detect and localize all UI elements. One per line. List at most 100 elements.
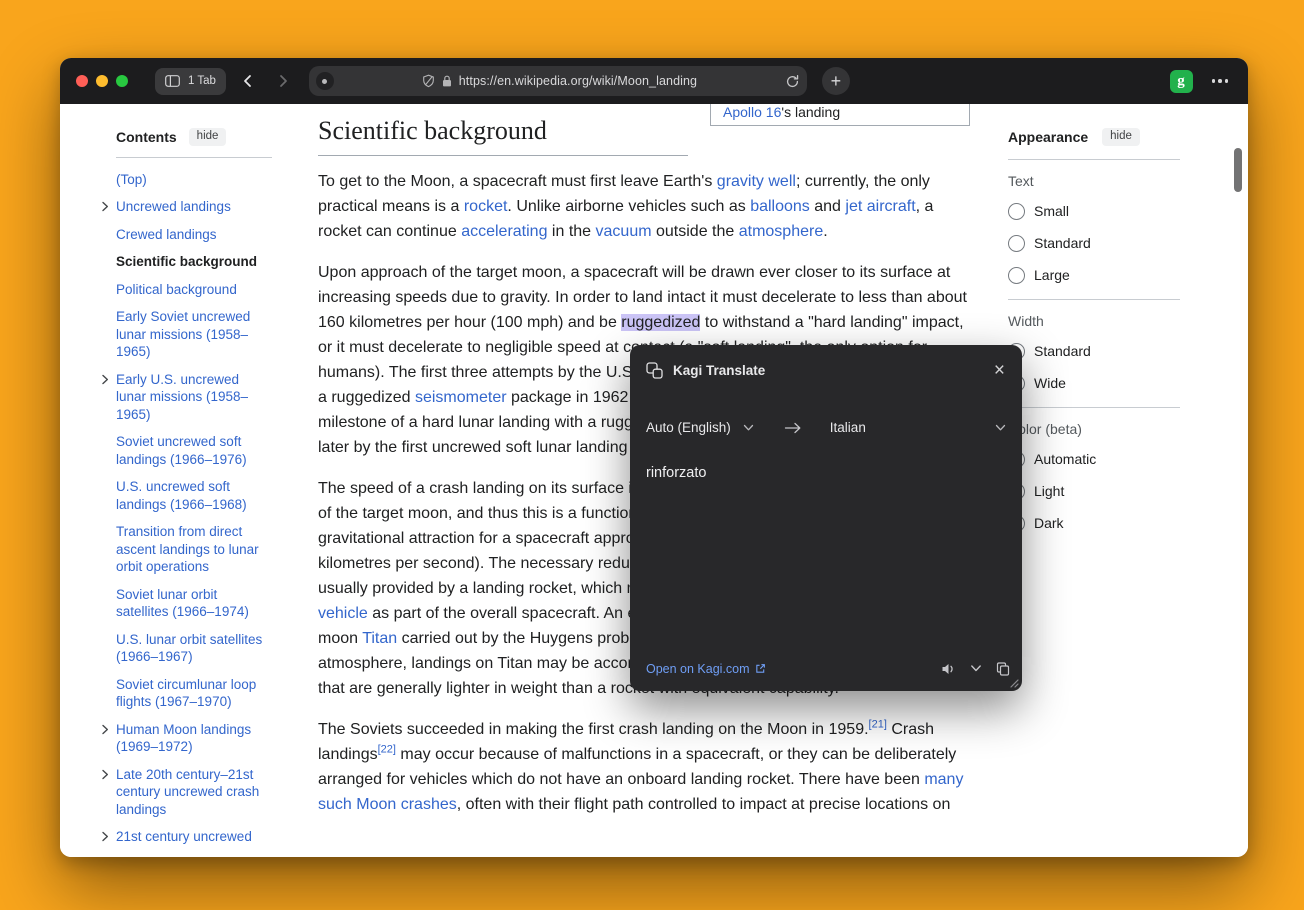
appearance-option-large[interactable]: Large (1008, 267, 1180, 284)
chevron-right-icon[interactable] (100, 724, 110, 735)
toc-item-label: Human Moon landings (1969–1972) (116, 722, 251, 755)
toc-item[interactable]: 21st century uncrewed (100, 828, 272, 846)
appearance-option-label: Standard (1034, 235, 1091, 251)
toc-title: Contents (116, 129, 177, 145)
back-button[interactable] (235, 68, 261, 94)
appearance-hide-button[interactable]: hide (1102, 128, 1140, 146)
article-link[interactable]: accelerating (461, 223, 547, 240)
toc-item[interactable]: Early Soviet uncrewed lunar missions (19… (100, 308, 272, 361)
zoom-window-button[interactable] (116, 75, 128, 87)
article-link[interactable]: many such Moon crashes (318, 771, 963, 813)
chevron-right-icon[interactable] (100, 201, 110, 212)
article-link[interactable]: vacuum (596, 223, 652, 240)
toc-item[interactable]: U.S. lunar orbit satellites (1966–1967) (100, 631, 272, 666)
article-link[interactable]: jet aircraft (845, 198, 915, 215)
toc-item[interactable]: Human Moon landings (1969–1972) (100, 721, 272, 756)
appearance-option-standard[interactable]: Standard (1008, 343, 1180, 360)
target-language-label: Italian (830, 420, 866, 435)
chevron-right-icon[interactable] (100, 769, 110, 780)
address-bar[interactable]: https://en.wikipedia.org/wiki/Moon_landi… (309, 66, 807, 96)
highlighted-text: ruggedized (621, 314, 700, 331)
translate-icon (646, 362, 663, 379)
lock-icon (441, 74, 453, 88)
tab-overview-button[interactable]: 1 Tab (155, 68, 226, 95)
link-preview-box: Apollo 16's landing (710, 104, 970, 126)
toc-item[interactable]: Late 20th century–21st century uncrewed … (100, 766, 272, 819)
reference-link[interactable]: [21] (869, 719, 887, 731)
link-preview-suffix: 's landing (781, 104, 840, 120)
appearance-section: Color (beta) Automatic Light Dark (1008, 407, 1180, 532)
kagi-translate-popup: Kagi Translate × Auto (English) Italian (630, 345, 1022, 691)
page-scrollbar-thumb[interactable] (1234, 148, 1242, 192)
toc-item[interactable]: Soviet circumlunar loop flights (1967–19… (100, 676, 272, 711)
appearance-section: Width Standard Wide (1008, 299, 1180, 392)
appearance-option-standard[interactable]: Standard (1008, 235, 1180, 252)
toc-item-label: Crewed landings (116, 227, 217, 242)
toc-item[interactable]: Transition from direct ascent landings t… (100, 523, 272, 576)
apollo-16-link[interactable]: Apollo 16 (723, 104, 781, 120)
resize-handle-icon[interactable] (1008, 677, 1019, 688)
toc-item[interactable]: Soviet lunar orbit satellites (1966–1974… (100, 586, 272, 621)
open-on-kagi-link[interactable]: Open on Kagi.com (646, 662, 766, 676)
tracker-shield-icon[interactable] (422, 74, 435, 88)
article-link[interactable]: gravity well (717, 173, 796, 190)
chevron-right-icon[interactable] (100, 374, 110, 385)
toc-item-label: Transition from direct ascent landings t… (116, 524, 259, 574)
toc-item[interactable]: Uncrewed landings (100, 198, 272, 216)
expand-chevron-icon[interactable] (970, 664, 982, 673)
toc-item[interactable]: Scientific background (100, 253, 272, 271)
target-language-select[interactable]: Italian (830, 420, 1006, 435)
appearance-option-light[interactable]: Light (1008, 483, 1180, 500)
reader-dot-icon[interactable] (316, 72, 334, 90)
toc-item[interactable]: U.S. uncrewed soft landings (1966–1968) (100, 478, 272, 513)
close-icon[interactable]: × (991, 361, 1008, 380)
appearance-option-label: Dark (1034, 515, 1064, 531)
article-link[interactable]: Titan (362, 630, 397, 647)
toc-item[interactable]: Crewed landings (100, 226, 272, 244)
source-language-select[interactable]: Auto (English) (646, 420, 754, 435)
toc-item[interactable]: Soviet uncrewed soft landings (1966–1976… (100, 433, 272, 468)
radio-icon[interactable] (1008, 267, 1025, 284)
radio-icon[interactable] (1008, 203, 1025, 220)
external-link-icon (755, 663, 766, 674)
appearance-option-label: Automatic (1034, 451, 1096, 467)
toc-item[interactable]: Political background (100, 281, 272, 299)
minimize-window-button[interactable] (96, 75, 108, 87)
reload-icon[interactable] (785, 74, 800, 89)
toc-divider (116, 157, 272, 158)
appearance-option-automatic[interactable]: Automatic (1008, 451, 1180, 468)
radio-icon[interactable] (1008, 235, 1025, 252)
forward-button[interactable] (270, 68, 296, 94)
appearance-panel: Appearance hide TextSmallStandardLargeWi… (1008, 128, 1180, 547)
arrow-right-icon (784, 421, 802, 435)
article-link[interactable]: seismometer (415, 389, 507, 406)
appearance-option-label: Standard (1034, 343, 1091, 359)
article-link[interactable]: rocket (464, 198, 508, 215)
browser-window: 1 Tab https://en.wikipedia.org/wiki/Moon… (60, 58, 1248, 857)
chevron-right-icon[interactable] (100, 831, 110, 842)
new-tab-button[interactable]: + (822, 67, 850, 95)
appearance-option-label: Large (1034, 267, 1070, 283)
appearance-section-label: Color (beta) (1008, 421, 1180, 437)
browser-titlebar: 1 Tab https://en.wikipedia.org/wiki/Moon… (60, 58, 1248, 104)
reference-superscript: [21] (869, 719, 887, 731)
appearance-option-dark[interactable]: Dark (1008, 515, 1180, 532)
reference-superscript: [22] (378, 744, 396, 756)
sidebar-toggle-icon[interactable] (165, 75, 180, 87)
close-window-button[interactable] (76, 75, 88, 87)
reference-link[interactable]: [22] (378, 744, 396, 756)
appearance-option-small[interactable]: Small (1008, 203, 1180, 220)
toc-item-label: Scientific background (116, 254, 257, 269)
appearance-section-label: Width (1008, 313, 1180, 329)
toc-item[interactable]: (Top) (100, 171, 272, 189)
kagi-logo[interactable]: g (1170, 70, 1193, 93)
toc-hide-button[interactable]: hide (189, 128, 227, 146)
toc-item[interactable]: Early U.S. uncrewed lunar missions (1958… (100, 371, 272, 424)
copy-icon[interactable] (995, 661, 1010, 676)
article-link[interactable]: atmosphere (739, 223, 824, 240)
more-menu-button[interactable] (1208, 79, 1233, 83)
speaker-icon[interactable] (941, 662, 957, 676)
toc-item-label: U.S. lunar orbit satellites (1966–1967) (116, 632, 262, 665)
article-link[interactable]: balloons (750, 198, 810, 215)
appearance-option-wide[interactable]: Wide (1008, 375, 1180, 392)
